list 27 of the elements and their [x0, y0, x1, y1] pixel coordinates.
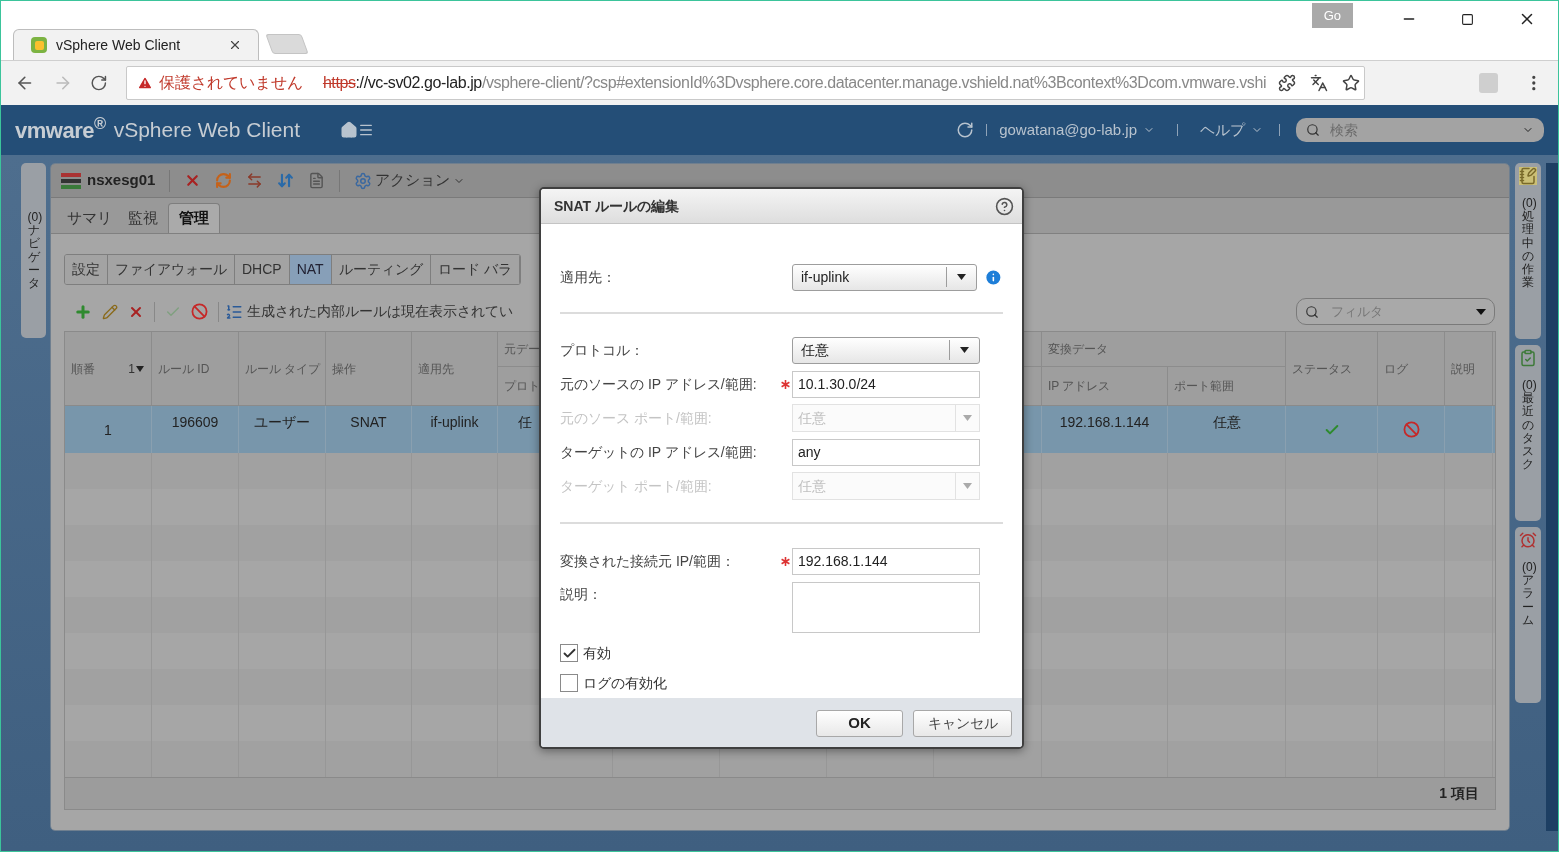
checkbox-label: ログの有効化	[583, 673, 667, 693]
field-label: 変換された接続元 IP/範囲：	[560, 551, 736, 571]
field-label: 適用先：	[560, 267, 617, 287]
table-cell-text: 任	[518, 413, 532, 432]
checkbox-label: 有効	[583, 643, 611, 663]
table-cell-text: ユーザー	[254, 413, 310, 432]
table-cell-text: 196609	[171, 413, 219, 432]
dialog-title: SNAT ルールの編集	[554, 196, 680, 216]
toolbar-note: 生成された内部ルールは現在表示されてい	[247, 302, 513, 321]
field-label: 説明：	[560, 585, 603, 604]
product-title: vSphere Web Client	[113, 117, 300, 144]
item-count: 1 項目	[1439, 784, 1479, 803]
table-cell-text: if-uplink	[430, 413, 479, 432]
field-label: ターゲットの IP アドレス/範囲:	[560, 442, 758, 462]
field-label: プロトコル：	[560, 340, 645, 360]
field-label: 元のソースの IP アドレス/範囲:	[560, 374, 758, 394]
table-cell-text: SNAT	[350, 413, 387, 432]
table-cell-text: 1	[104, 421, 112, 440]
url-text: https://vc-sv02.go-lab.jp/vsphere-client/?csp#extensionId%3Dvsphere.core.datacenter.manage.vshield.nat%3Bcontext%3Dcom.vmware.vshi	[322, 73, 1267, 93]
column-group-header: 変換データ	[1048, 341, 1108, 358]
tab-title: vSphere Web Client	[56, 35, 182, 55]
object-name: nsxesg01	[87, 170, 156, 191]
column-group-header: 元デー	[504, 341, 540, 358]
security-warning: 保護されていません	[158, 73, 303, 93]
table-cell-text: 任意	[1212, 413, 1241, 432]
table-cell-text: 192.168.1.144	[1059, 413, 1150, 432]
vmware-logo: vmware$^{®}$	[15, 113, 106, 145]
